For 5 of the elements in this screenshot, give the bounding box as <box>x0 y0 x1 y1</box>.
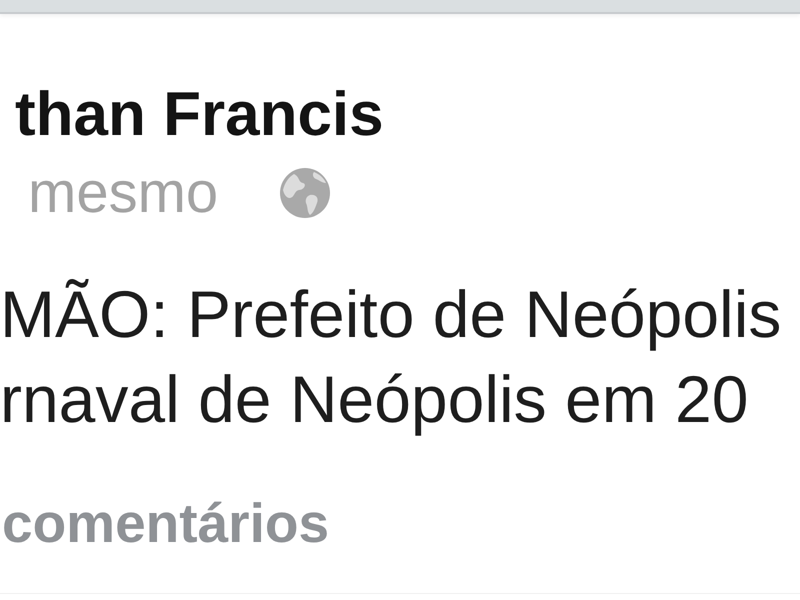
comments-link[interactable]: comentários <box>2 491 330 555</box>
globe-icon <box>280 168 330 218</box>
post-text: MÃO: Prefeito de Neópolis rnaval de Neópolis em 20 <box>0 276 782 438</box>
post-timestamp[interactable]: mesmo <box>28 160 218 226</box>
author-name[interactable]: than Francis <box>15 80 384 150</box>
